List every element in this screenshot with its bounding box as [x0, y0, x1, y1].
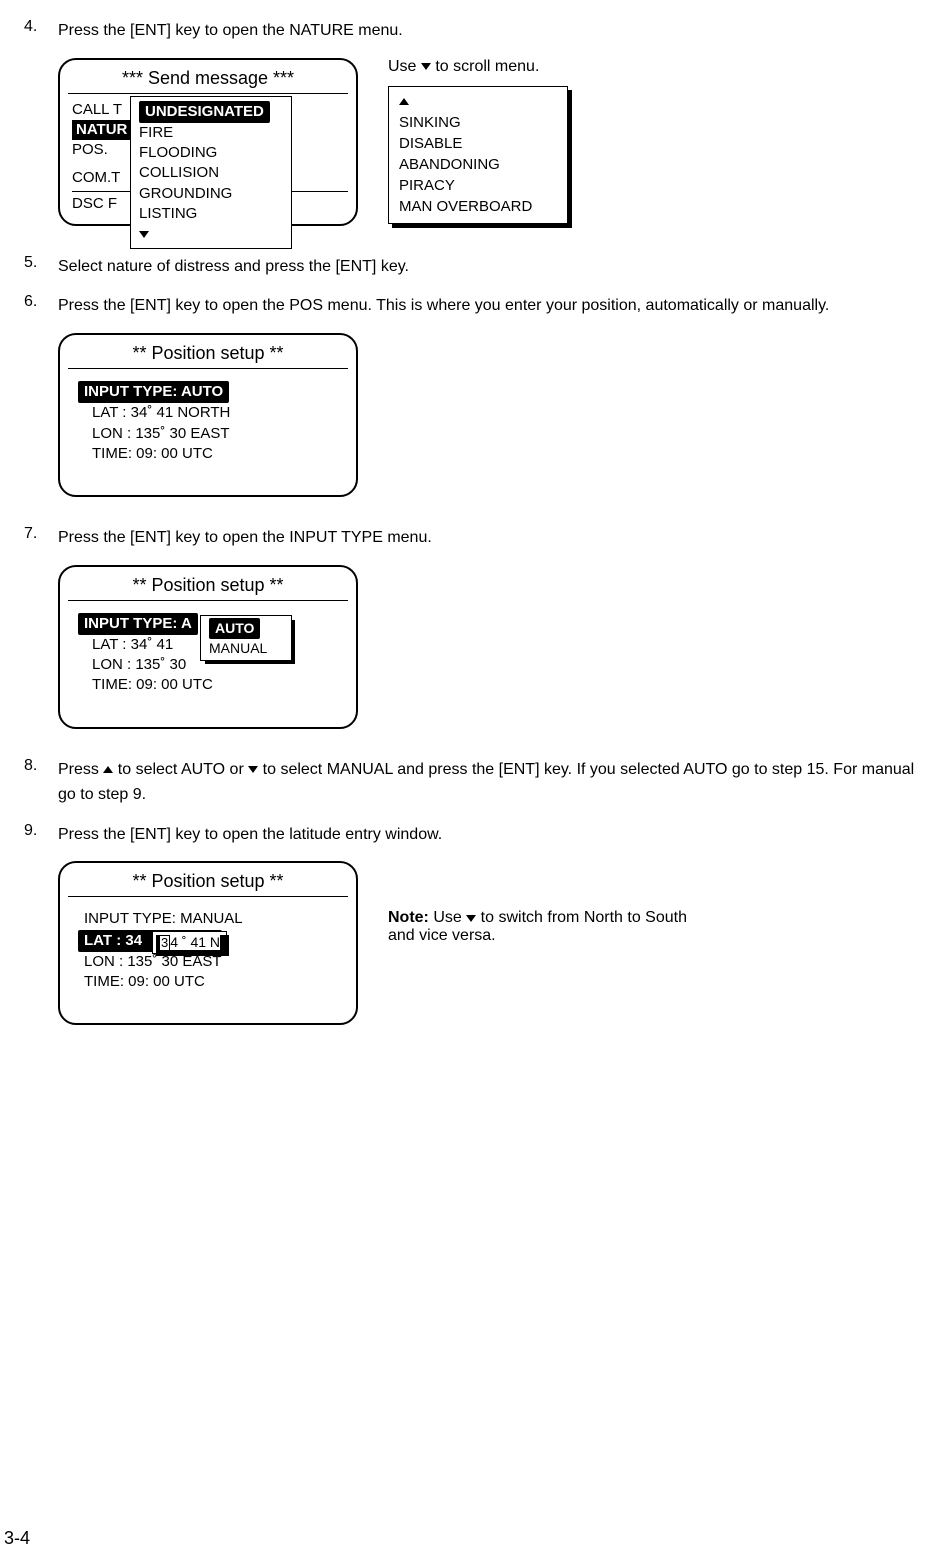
step-5: 5. Select nature of distress and press t… — [24, 254, 926, 280]
arrow-down-icon — [421, 58, 431, 75]
text-fragment: to select AUTO or — [113, 761, 248, 778]
lcd-title: ** Position setup ** — [68, 871, 348, 897]
lcd-send-message: *** Send message *** CALL T NATUR POS. C… — [58, 58, 358, 226]
lcd-row: LAT : 34˚ 41 NORTH — [78, 403, 348, 423]
step-8: 8. Press to select AUTO or to select MAN… — [24, 757, 926, 808]
selected-input-type: AUTO — [209, 618, 260, 639]
arrow-down-icon — [248, 761, 258, 778]
figure-position-setup-auto: ** Position setup ** INPUT TYPE: AUTO LA… — [58, 333, 926, 497]
lcd-row: INPUT TYPE: MANUAL — [78, 909, 348, 929]
note-text: Use — [388, 58, 421, 75]
entry-rest: 4 ˚ 41 N — [170, 934, 220, 950]
figure-lat-entry: ** Position setup ** INPUT TYPE: MANUAL … — [58, 861, 926, 1025]
scroll-down-icon — [139, 224, 283, 244]
scroll-note-block: Use to scroll menu. SINKING DISABLE ABAN… — [388, 58, 568, 224]
scroll-box: SINKING DISABLE ABANDONING PIRACY MAN OV… — [388, 86, 568, 224]
selected-row: INPUT TYPE: A — [78, 613, 198, 635]
lat-note: Note: Use to switch from North to South … — [388, 909, 688, 945]
scroll-up-icon — [399, 91, 557, 112]
nature-popup: UNDESIGNATED FIRE FLOODING COLLISION GRO… — [130, 96, 292, 250]
step-7-num: 7. — [24, 525, 58, 551]
popup-item: FLOODING — [139, 143, 283, 163]
lcd-position-setup: ** Position setup ** INPUT TYPE: AUTO LA… — [58, 333, 358, 497]
lcd-row: TIME: 09: 00 UTC — [78, 972, 348, 992]
popup-item: COLLISION — [139, 163, 283, 183]
figure-input-type-menu: ** Position setup ** INPUT TYPE: A LAT :… — [58, 565, 926, 729]
popup-item: AUTO — [209, 618, 283, 639]
lcd-row: TIME: 09: 00 UTC — [78, 675, 348, 695]
step-4-num: 4. — [24, 18, 58, 44]
step-7-text: Press the [ENT] key to open the INPUT TY… — [58, 525, 926, 551]
lcd-row: LON : 135˚ 30 EAST — [78, 424, 348, 444]
selected-nature: UNDESIGNATED — [139, 101, 270, 123]
popup-item: LISTING — [139, 204, 283, 224]
lcd-title: *** Send message *** — [68, 68, 348, 94]
selected-row: INPUT TYPE: AUTO — [78, 381, 229, 403]
text-fragment: Press — [58, 761, 103, 778]
page-number: 3-4 — [4, 1528, 30, 1549]
popup-item: DISABLE — [399, 133, 557, 154]
step-9-text: Press the [ENT] key to open the latitude… — [58, 822, 926, 848]
lcd-title: ** Position setup ** — [68, 575, 348, 601]
popup-item: PIRACY — [399, 175, 557, 196]
lcd-position-setup: ** Position setup ** INPUT TYPE: MANUAL … — [58, 861, 358, 1025]
note-text: to scroll menu. — [431, 58, 539, 75]
step-6-num: 6. — [24, 293, 58, 319]
scroll-note: Use to scroll menu. — [388, 58, 568, 76]
popup-item: GROUNDING — [139, 184, 283, 204]
step-4-text: Press the [ENT] key to open the NATURE m… — [58, 18, 926, 44]
popup-item: FIRE — [139, 123, 283, 143]
popup-item: MAN OVERBOARD — [399, 196, 557, 217]
note-label: Note: — [388, 909, 429, 926]
step-4: 4. Press the [ENT] key to open the NATUR… — [24, 18, 926, 44]
arrow-up-icon — [103, 761, 113, 778]
input-type-popup: AUTO MANUAL — [200, 615, 292, 661]
lcd-position-setup: ** Position setup ** INPUT TYPE: A LAT :… — [58, 565, 358, 729]
lcd-title: ** Position setup ** — [68, 343, 348, 369]
lcd-row: TIME: 09: 00 UTC — [78, 444, 348, 464]
popup-item: SINKING — [399, 112, 557, 133]
step-8-text: Press to select AUTO or to select MANUAL… — [58, 757, 926, 808]
popup-item: MANUAL — [209, 639, 283, 658]
lat-entry-popup: 34 ˚ 41 N — [152, 931, 227, 954]
step-9-num: 9. — [24, 822, 58, 848]
step-5-text: Select nature of distress and press the … — [58, 254, 926, 280]
step-6-text: Press the [ENT] key to open the POS menu… — [58, 293, 926, 319]
popup-item: ABANDONING — [399, 154, 557, 175]
selected-row: NATUR — [72, 120, 131, 140]
lcd-row: INPUT TYPE: AUTO — [78, 381, 348, 403]
figure-nature-menu: *** Send message *** CALL T NATUR POS. C… — [58, 58, 926, 226]
step-9: 9. Press the [ENT] key to open the latit… — [24, 822, 926, 848]
step-8-num: 8. — [24, 757, 58, 808]
note-text: Use — [429, 909, 466, 926]
step-5-num: 5. — [24, 254, 58, 280]
step-7: 7. Press the [ENT] key to open the INPUT… — [24, 525, 926, 551]
arrow-down-icon — [466, 909, 476, 926]
popup-item: UNDESIGNATED — [139, 101, 283, 123]
step-6: 6. Press the [ENT] key to open the POS m… — [24, 293, 926, 319]
cursor-char: 3 — [159, 935, 170, 951]
